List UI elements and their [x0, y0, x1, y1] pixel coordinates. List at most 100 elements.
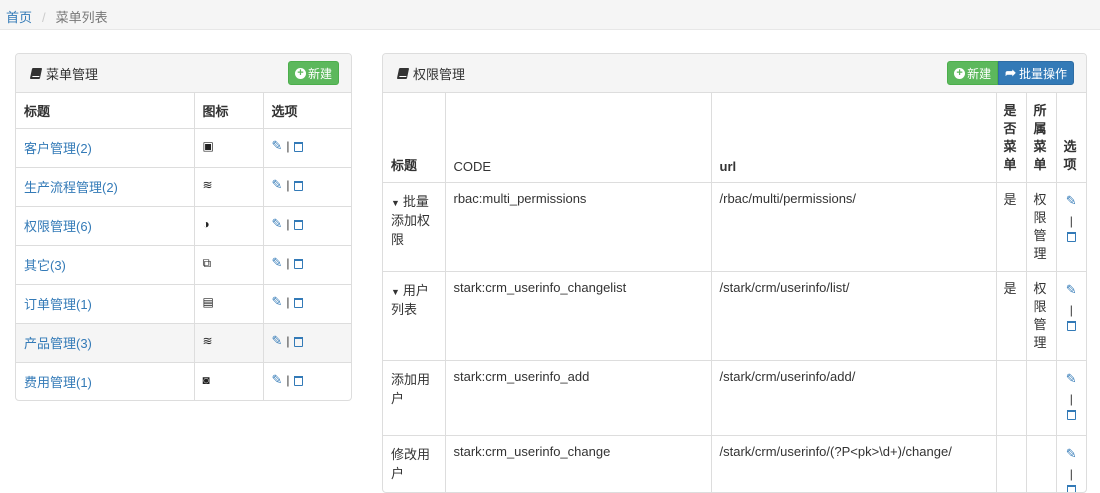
- perm-title: 添加用户: [391, 372, 430, 406]
- plus-circle-icon: +: [295, 68, 306, 79]
- edit-icon[interactable]: ✎: [1066, 280, 1077, 300]
- delete-icon[interactable]: [294, 298, 303, 308]
- menu-title-link[interactable]: 权限管理(6): [24, 219, 92, 234]
- perm-is-menu-cell: [996, 435, 1026, 493]
- menu-title-link[interactable]: 订单管理(1): [24, 297, 92, 312]
- caret-down-icon[interactable]: ▼: [391, 198, 400, 208]
- edit-icon[interactable]: ✎: [272, 372, 283, 388]
- menu-title-cell: 其它(3): [16, 246, 194, 285]
- menu-icon-cell: ▤: [194, 285, 263, 324]
- edit-icon[interactable]: ✎: [272, 333, 283, 349]
- option-divider: |: [286, 295, 289, 309]
- batch-operation-button-label: 批量操作: [1019, 65, 1067, 82]
- row-options: ✎|: [272, 255, 303, 271]
- menu-title-cell: 产品管理(3): [16, 324, 194, 363]
- menu-options-cell: ✎|: [263, 246, 351, 285]
- menu-title-link[interactable]: 其它(3): [24, 258, 66, 273]
- delete-icon[interactable]: [1067, 485, 1076, 493]
- perm-url-cell: /stark/crm/userinfo/list/: [711, 271, 996, 360]
- menu-panel-title-text: 菜单管理: [46, 64, 98, 83]
- menu-title-link[interactable]: 费用管理(1): [24, 375, 92, 390]
- menu-title-link[interactable]: 生产流程管理(2): [24, 180, 118, 195]
- edit-icon[interactable]: ✎: [272, 216, 283, 232]
- table-row: 订单管理(1) ▤ ✎|: [16, 285, 351, 324]
- menu-icon-cell: ≋: [194, 168, 263, 207]
- contact-card-icon: ▣: [203, 139, 214, 153]
- perm-parent-menu-cell: 权限管理: [1026, 182, 1056, 271]
- table-row: ▼用户列表stark:crm_userinfo_changelist/stark…: [383, 271, 1086, 360]
- delete-icon[interactable]: [294, 181, 303, 191]
- perm-header-is-menu: 是否菜单: [996, 93, 1026, 182]
- book-icon: [397, 68, 409, 79]
- option-divider: |: [1070, 300, 1073, 320]
- breadcrumb-current: 菜单列表: [56, 10, 108, 25]
- plus-circle-icon: +: [954, 68, 965, 79]
- perm-options-cell: ✎|: [1056, 271, 1086, 360]
- delete-icon[interactable]: [294, 220, 303, 230]
- menu-panel: 菜单管理 + 新建 标题 图标 选项 客户管理(2)▣✎|生产流程管理(2)≋✎…: [15, 53, 352, 401]
- edit-icon[interactable]: ✎: [272, 138, 283, 154]
- option-divider: |: [286, 139, 289, 153]
- perm-parent-menu-cell: [1026, 360, 1056, 435]
- row-options: ✎|: [272, 333, 303, 349]
- delete-icon[interactable]: [294, 376, 303, 386]
- option-divider: |: [1070, 211, 1073, 231]
- perm-title: 修改用户: [391, 447, 430, 481]
- menu-title-cell: 权限管理(6): [16, 207, 194, 246]
- perm-url-cell: /stark/crm/userinfo/(?P<pk>\d+)/change/: [711, 435, 996, 493]
- perm-header-is-menu-text: 是否菜单: [1004, 102, 1018, 174]
- delete-icon[interactable]: [294, 259, 303, 269]
- batch-operation-button[interactable]: ➦ 批量操作: [998, 61, 1074, 85]
- edit-icon[interactable]: ✎: [272, 255, 283, 271]
- delete-icon[interactable]: [1067, 321, 1076, 331]
- table-row: ▼批量添加权限rbac:multi_permissions/rbac/multi…: [383, 182, 1086, 271]
- perm-parent-menu: 权限管理: [1034, 191, 1048, 263]
- perm-parent-menu-cell: 权限管理: [1026, 271, 1056, 360]
- menu-title-link[interactable]: 客户管理(2): [24, 141, 92, 156]
- stack-icon: ≋: [203, 334, 213, 348]
- perm-header-options-text: 选项: [1064, 138, 1078, 174]
- id-card-icon: ▤: [203, 295, 214, 309]
- row-options: ✎|: [272, 177, 303, 193]
- perm-title-cell: ▼用户列表: [383, 271, 445, 360]
- row-options: ✎|: [272, 138, 303, 154]
- delete-icon[interactable]: [1067, 232, 1076, 242]
- edit-icon[interactable]: ✎: [272, 177, 283, 193]
- table-row: 产品管理(3) ≋ ✎|: [16, 324, 351, 363]
- menu-new-button[interactable]: + 新建: [288, 61, 339, 85]
- option-divider: |: [286, 178, 289, 192]
- delete-icon[interactable]: [1067, 410, 1076, 420]
- menu-header-icon: 图标: [194, 93, 263, 129]
- permission-new-button-label: 新建: [967, 65, 991, 82]
- menu-table: 标题 图标 选项 客户管理(2)▣✎|生产流程管理(2)≋✎|权限管理(6)◑✎…: [16, 93, 351, 401]
- perm-parent-menu-cell: [1026, 435, 1056, 493]
- permission-panel-title-text: 权限管理: [413, 64, 465, 83]
- perm-header-title: 标题: [383, 93, 445, 182]
- stack-icon: ≋: [203, 178, 213, 192]
- caret-down-icon[interactable]: ▼: [391, 287, 400, 297]
- perm-title-cell: 添加用户: [383, 360, 445, 435]
- share-icon: ➦: [1005, 65, 1016, 81]
- option-divider: |: [286, 217, 289, 231]
- delete-icon[interactable]: [294, 142, 303, 152]
- menu-title-link[interactable]: 产品管理(3): [24, 336, 92, 351]
- permission-new-button[interactable]: + 新建: [947, 61, 998, 85]
- edit-icon[interactable]: ✎: [1066, 191, 1077, 211]
- menu-icon-cell: ⧉: [194, 246, 263, 285]
- delete-icon[interactable]: [294, 337, 303, 347]
- menu-title-cell: 客户管理(2): [16, 129, 194, 168]
- edit-icon[interactable]: ✎: [1066, 369, 1077, 389]
- menu-header-options: 选项: [263, 93, 351, 129]
- row-options: ✎|: [272, 216, 303, 232]
- breadcrumb-home-link[interactable]: 首页: [6, 10, 32, 25]
- menu-options-cell: ✎|: [263, 363, 351, 402]
- row-options: ✎|: [272, 372, 303, 388]
- perm-header-parent-menu: 所属菜单: [1026, 93, 1056, 182]
- menu-icon-cell: ≋: [194, 324, 263, 363]
- edit-icon[interactable]: ✎: [1066, 444, 1077, 464]
- perm-is-menu: 是: [1004, 280, 1018, 298]
- table-row: 权限管理(6)◑✎|: [16, 207, 351, 246]
- perm-header-url: url: [711, 93, 996, 182]
- edit-icon[interactable]: ✎: [272, 294, 283, 310]
- menu-icon-cell: ◙: [194, 363, 263, 402]
